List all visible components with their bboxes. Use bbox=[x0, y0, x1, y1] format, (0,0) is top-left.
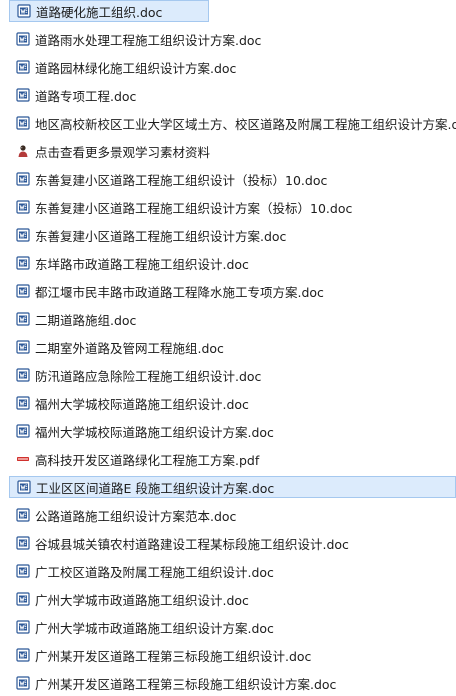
word-document-icon bbox=[16, 536, 30, 550]
file-name: 地区高校新校区工业大学区域土方、校区道路及附属工程施工组织设计方案.doc bbox=[35, 116, 456, 132]
file-name: 东垟路市政道路工程施工组织设计.doc bbox=[35, 256, 249, 272]
file-name: 广州某开发区道路工程第三标段施工组织设计.doc bbox=[35, 648, 312, 664]
file-row[interactable]: 二期道路施组.doc bbox=[0, 306, 456, 332]
file-name: 广州大学城市政道路施工组织设计方案.doc bbox=[35, 620, 274, 636]
file-row[interactable]: 道路园林绿化施工组织设计方案.doc bbox=[0, 54, 456, 80]
file-row[interactable]: 地区高校新校区工业大学区域土方、校区道路及附属工程施工组织设计方案.doc bbox=[0, 110, 456, 136]
file-row[interactable]: 东善复建小区道路工程施工组织设计（投标）10.doc bbox=[0, 166, 456, 192]
word-document-icon bbox=[16, 340, 30, 354]
file-name: 道路硬化施工组织.doc bbox=[36, 4, 163, 20]
file-row[interactable]: 都江堰市民丰路市政道路工程降水施工专项方案.doc bbox=[0, 278, 456, 304]
file-name: 防汛道路应急除险工程施工组织设计.doc bbox=[35, 368, 262, 384]
file-row[interactable]: 东善复建小区道路工程施工组织设计方案.doc bbox=[0, 222, 456, 248]
word-document-icon bbox=[16, 396, 30, 410]
word-document-icon bbox=[16, 228, 30, 242]
file-name: 东善复建小区道路工程施工组织设计方案（投标）10.doc bbox=[35, 200, 353, 216]
shortcut-link-icon bbox=[16, 144, 30, 158]
word-document-icon bbox=[16, 592, 30, 606]
word-document-icon bbox=[16, 256, 30, 270]
pdf-document-icon bbox=[16, 452, 30, 466]
word-document-icon bbox=[16, 676, 30, 690]
file-row[interactable]: 二期室外道路及管网工程施组.doc bbox=[0, 334, 456, 360]
file-row[interactable]: 点击查看更多景观学习素材资料 bbox=[0, 138, 456, 164]
word-document-icon bbox=[16, 88, 30, 102]
file-row[interactable]: 公路道路施工组织设计方案范本.doc bbox=[0, 502, 456, 528]
word-document-icon bbox=[16, 200, 30, 214]
word-document-icon bbox=[16, 284, 30, 298]
file-row[interactable]: 东垟路市政道路工程施工组织设计.doc bbox=[0, 250, 456, 276]
file-name: 福州大学城校际道路施工组织设计.doc bbox=[35, 396, 249, 412]
word-document-icon bbox=[16, 172, 30, 186]
file-row[interactable]: 高科技开发区道路绿化工程施工方案.pdf bbox=[0, 446, 456, 472]
word-document-icon bbox=[16, 368, 30, 382]
file-name: 高科技开发区道路绿化工程施工方案.pdf bbox=[35, 452, 260, 468]
file-name: 广州某开发区道路工程第三标段施工组织设计方案.doc bbox=[35, 676, 337, 692]
word-document-icon bbox=[16, 424, 30, 438]
file-row[interactable]: 福州大学城校际道路施工组织设计.doc bbox=[0, 390, 456, 416]
file-name: 工业区区间道路E 段施工组织设计方案.doc bbox=[36, 480, 275, 496]
file-name: 都江堰市民丰路市政道路工程降水施工专项方案.doc bbox=[35, 284, 324, 300]
file-name: 广州大学城市政道路施工组织设计.doc bbox=[35, 592, 249, 608]
file-name: 福州大学城校际道路施工组织设计方案.doc bbox=[35, 424, 274, 440]
file-name: 东善复建小区道路工程施工组织设计方案.doc bbox=[35, 228, 287, 244]
file-row[interactable]: 防汛道路应急除险工程施工组织设计.doc bbox=[0, 362, 456, 388]
file-row[interactable]: 道路雨水处理工程施工组织设计方案.doc bbox=[0, 26, 456, 52]
file-name: 东善复建小区道路工程施工组织设计（投标）10.doc bbox=[35, 172, 328, 188]
file-row[interactable]: 道路专项工程.doc bbox=[0, 82, 456, 108]
file-row[interactable]: 广工校区道路及附属工程施工组织设计.doc bbox=[0, 558, 456, 584]
word-document-icon bbox=[16, 60, 30, 74]
file-list: 道路硬化施工组织.doc 道路雨水处理工程施工组织设计方案.doc 道路园林绿化… bbox=[0, 0, 456, 696]
word-document-icon bbox=[16, 620, 30, 634]
file-row[interactable]: 道路硬化施工组织.doc bbox=[9, 0, 209, 22]
file-name: 二期道路施组.doc bbox=[35, 312, 137, 328]
file-row[interactable]: 谷城县城关镇农村道路建设工程某标段施工组织设计.doc bbox=[0, 530, 456, 556]
file-row[interactable]: 东善复建小区道路工程施工组织设计方案（投标）10.doc bbox=[0, 194, 456, 220]
file-row[interactable]: 广州大学城市政道路施工组织设计.doc bbox=[0, 586, 456, 612]
file-name: 谷城县城关镇农村道路建设工程某标段施工组织设计.doc bbox=[35, 536, 349, 552]
file-name: 道路专项工程.doc bbox=[35, 88, 137, 104]
word-document-icon bbox=[17, 4, 31, 18]
file-name: 广工校区道路及附属工程施工组织设计.doc bbox=[35, 564, 274, 580]
file-name: 公路道路施工组织设计方案范本.doc bbox=[35, 508, 237, 524]
word-document-icon bbox=[16, 32, 30, 46]
word-document-icon bbox=[16, 312, 30, 326]
file-name: 点击查看更多景观学习素材资料 bbox=[35, 144, 211, 160]
file-name: 道路园林绿化施工组织设计方案.doc bbox=[35, 60, 237, 76]
file-row[interactable]: 广州某开发区道路工程第三标段施工组织设计.doc bbox=[0, 642, 456, 668]
word-document-icon bbox=[16, 648, 30, 662]
file-row[interactable]: 广州某开发区道路工程第三标段施工组织设计方案.doc bbox=[0, 670, 456, 696]
file-name: 二期室外道路及管网工程施组.doc bbox=[35, 340, 224, 356]
word-document-icon bbox=[16, 564, 30, 578]
word-document-icon bbox=[16, 116, 30, 130]
file-row[interactable]: 广州大学城市政道路施工组织设计方案.doc bbox=[0, 614, 456, 640]
file-row[interactable]: 福州大学城校际道路施工组织设计方案.doc bbox=[0, 418, 456, 444]
file-name: 道路雨水处理工程施工组织设计方案.doc bbox=[35, 32, 262, 48]
file-row[interactable]: 工业区区间道路E 段施工组织设计方案.doc bbox=[9, 476, 456, 498]
word-document-icon bbox=[16, 508, 30, 522]
word-document-icon bbox=[17, 480, 31, 494]
